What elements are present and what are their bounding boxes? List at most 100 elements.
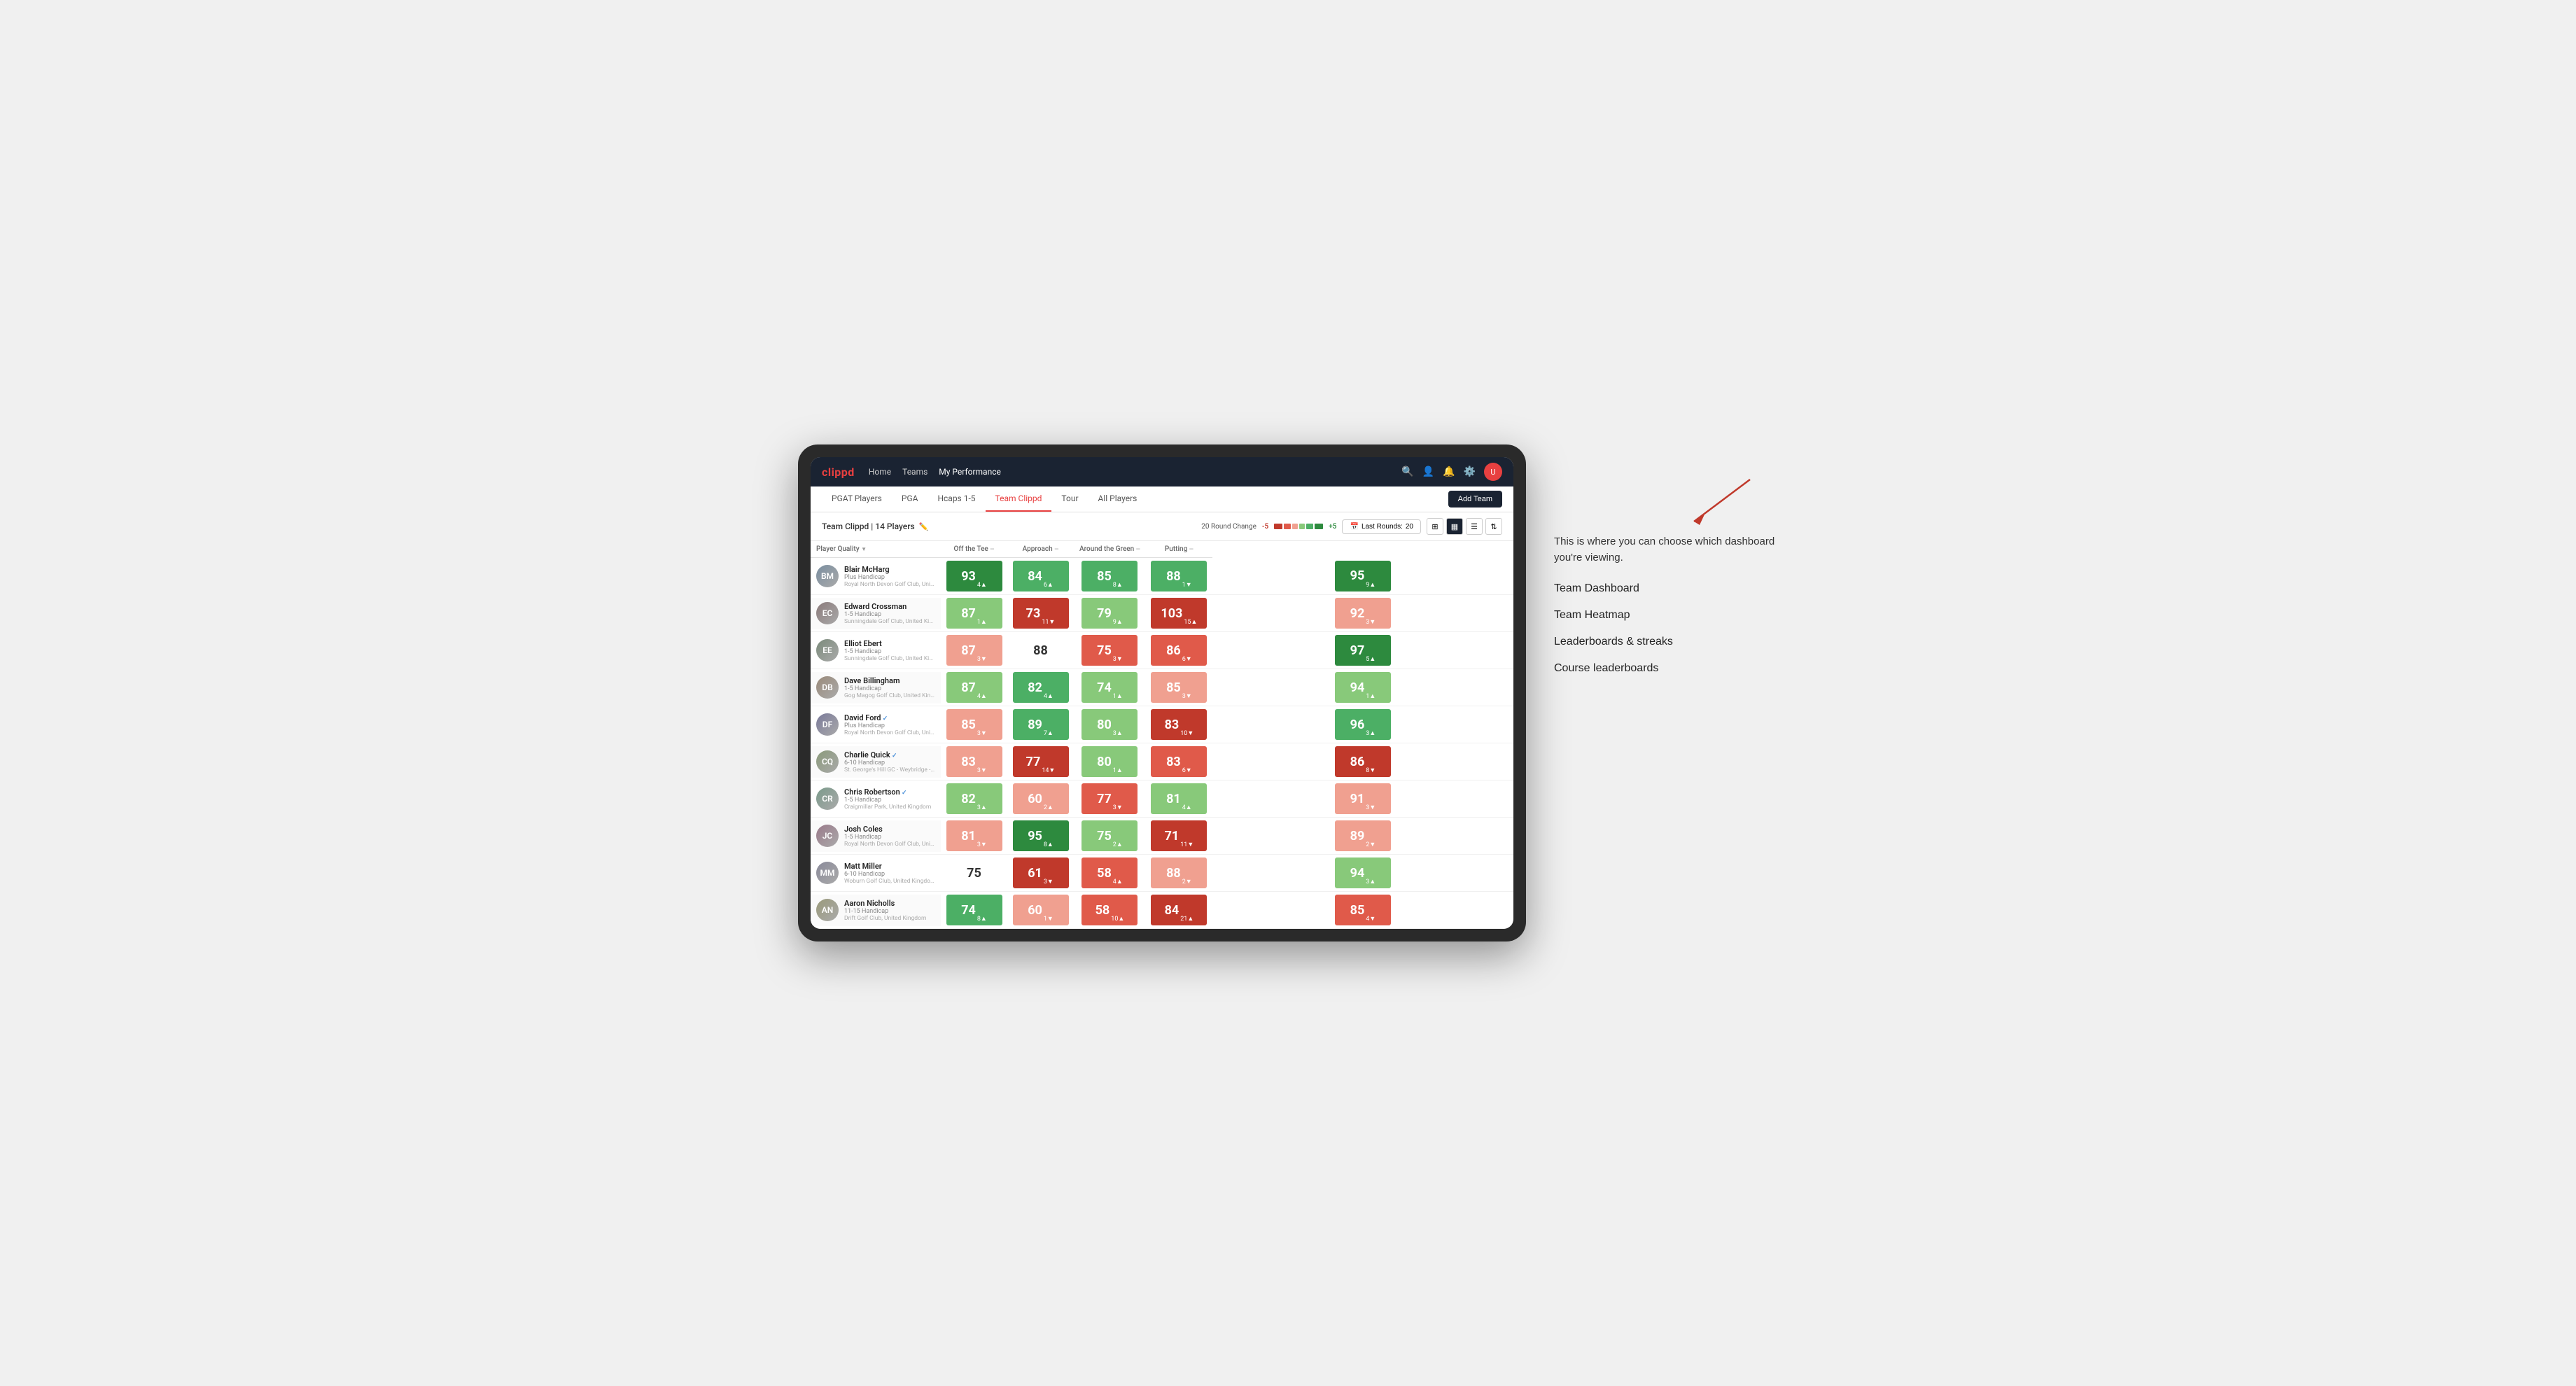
person-icon[interactable]: 👤 xyxy=(1422,466,1434,477)
score-box: 7311▼ xyxy=(1013,598,1069,629)
score-value: 85 xyxy=(961,718,976,732)
score-value: 58 xyxy=(1096,903,1110,918)
player-cell[interactable]: CQCharlie Quick ✓6-10 HandicapSt. George… xyxy=(811,746,941,778)
score-value: 74 xyxy=(1097,680,1112,695)
avatar-initials: DB xyxy=(816,676,839,699)
round-change-section: 20 Round Change -5 +5 📅 Last Rounds: xyxy=(1201,518,1502,535)
score-box: 10315▲ xyxy=(1151,598,1207,629)
player-cell[interactable]: ECEdward Crossman1-5 HandicapSunningdale… xyxy=(811,598,941,629)
score-cell: 803▲ xyxy=(1074,706,1146,743)
annotation-item-dashboard: Team Dashboard xyxy=(1554,582,1778,595)
player-name: Matt Miller xyxy=(844,862,935,871)
player-name: Blair McHarg xyxy=(844,565,935,574)
sort-arrow-green[interactable]: — xyxy=(1136,546,1140,552)
score-cell: 823▲ xyxy=(941,780,1007,818)
score-box: 943▲ xyxy=(1335,858,1391,888)
score-cell: 613▼ xyxy=(1007,855,1074,892)
nav-icons: 🔍 👤 🔔 ⚙️ U xyxy=(1401,463,1502,481)
score-value: 88 xyxy=(1033,643,1048,658)
score-cell: 741▲ xyxy=(1074,669,1146,706)
score-cell: 773▼ xyxy=(1074,780,1146,818)
nav-teams[interactable]: Teams xyxy=(902,464,927,479)
nav-my-performance[interactable]: My Performance xyxy=(939,464,1001,479)
score-delta: 4▲ xyxy=(1182,804,1192,811)
player-cell[interactable]: BMBlair McHargPlus HandicapRoyal North D… xyxy=(811,561,941,592)
score-value: 79 xyxy=(1097,606,1112,621)
score-value: 74 xyxy=(961,903,976,918)
tab-team-clippd[interactable]: Team Clippd xyxy=(986,486,1052,512)
player-cell[interactable]: MMMatt Miller6-10 HandicapWoburn Golf Cl… xyxy=(811,858,941,889)
sort-arrow-quality[interactable]: ▼ xyxy=(861,546,867,552)
score-value: 83 xyxy=(1165,718,1180,732)
view-sort-button[interactable]: ⇅ xyxy=(1485,518,1502,535)
tab-tour[interactable]: Tour xyxy=(1051,486,1088,512)
tab-pgat-players[interactable]: PGAT Players xyxy=(822,486,892,512)
sort-arrow-tee[interactable]: — xyxy=(990,546,994,552)
score-box: 846▲ xyxy=(1013,561,1069,592)
annotation-panel: This is where you can choose which dashb… xyxy=(1554,444,1778,675)
player-handicap: 6-10 Handicap xyxy=(844,871,935,878)
sort-arrow-putting[interactable]: — xyxy=(1189,546,1194,552)
score-cell: 814▲ xyxy=(1146,780,1212,818)
score-cell: 866▼ xyxy=(1146,632,1212,669)
player-cell[interactable]: ANAaron Nicholls11-15 HandicapDrift Golf… xyxy=(811,895,941,926)
view-heatmap-button[interactable]: ▦ xyxy=(1446,518,1463,535)
score-delta: 6▲ xyxy=(1044,581,1054,589)
score-box: 613▼ xyxy=(1013,858,1069,888)
edit-icon[interactable]: ✏️ xyxy=(919,522,929,531)
score-value: 83 xyxy=(1166,755,1181,769)
player-info: Dave Billingham1-5 HandicapGog Magog Gol… xyxy=(844,676,935,699)
add-team-button[interactable]: Add Team xyxy=(1448,491,1502,507)
view-grid-button[interactable]: ⊞ xyxy=(1427,518,1443,535)
score-value: 83 xyxy=(961,755,976,769)
team-name-label: Team Clippd | 14 Players xyxy=(822,522,915,531)
player-cell[interactable]: DBDave Billingham1-5 HandicapGog Magog G… xyxy=(811,672,941,704)
tab-pga[interactable]: PGA xyxy=(892,486,928,512)
score-box: 75 xyxy=(946,858,1002,888)
score-cell: 836▼ xyxy=(1146,743,1212,780)
score-value: 85 xyxy=(1166,680,1181,695)
last-rounds-button[interactable]: 📅 Last Rounds: 20 xyxy=(1342,519,1421,534)
score-box: 88 xyxy=(1013,635,1069,666)
player-name: Aaron Nicholls xyxy=(844,899,935,908)
player-cell[interactable]: JCJosh Coles1-5 HandicapRoyal North Devo… xyxy=(811,820,941,852)
score-cell: 853▼ xyxy=(1146,669,1212,706)
nav-home[interactable]: Home xyxy=(869,464,891,479)
table-row: DFDavid Ford ✓Plus HandicapRoyal North D… xyxy=(811,706,1513,743)
player-club: Drift Golf Club, United Kingdom xyxy=(844,915,935,922)
sort-arrow-approach[interactable]: — xyxy=(1054,546,1058,552)
score-value: 80 xyxy=(1097,718,1112,732)
view-list-button[interactable]: ☰ xyxy=(1466,518,1483,535)
player-info: David Ford ✓Plus HandicapRoyal North Dev… xyxy=(844,713,935,736)
score-delta: 3▼ xyxy=(977,766,987,774)
player-cell[interactable]: EEElliot Ebert1-5 HandicapSunningdale Go… xyxy=(811,635,941,666)
score-box: 803▲ xyxy=(1082,709,1138,740)
score-cell: 854▼ xyxy=(1212,892,1513,929)
annotation-intro-text: This is where you can choose which dashb… xyxy=(1554,534,1778,566)
player-cell[interactable]: DFDavid Ford ✓Plus HandicapRoyal North D… xyxy=(811,709,941,741)
player-club: Royal North Devon Golf Club, United King… xyxy=(844,581,935,588)
tab-hcaps[interactable]: Hcaps 1-5 xyxy=(927,486,985,512)
player-club: Woburn Golf Club, United Kingdom xyxy=(844,878,935,885)
score-value: 77 xyxy=(1026,755,1041,769)
player-name: Elliot Ebert xyxy=(844,639,935,648)
score-cell: 801▲ xyxy=(1074,743,1146,780)
score-value: 81 xyxy=(1166,792,1181,806)
score-cell: 959▲ xyxy=(1212,558,1513,595)
player-avatar: CR xyxy=(816,788,839,810)
table-row: DBDave Billingham1-5 HandicapGog Magog G… xyxy=(811,669,1513,706)
avatar[interactable]: U xyxy=(1484,463,1502,481)
score-box: 963▲ xyxy=(1335,709,1391,740)
bell-icon[interactable]: 🔔 xyxy=(1443,466,1455,477)
settings-icon[interactable]: ⚙️ xyxy=(1464,466,1476,477)
player-cell[interactable]: CRChris Robertson ✓1-5 HandicapCraigmill… xyxy=(811,783,941,815)
annotation-arrow xyxy=(1554,472,1778,528)
tab-all-players[interactable]: All Players xyxy=(1088,486,1147,512)
avatar-initials: EE xyxy=(816,639,839,662)
score-delta: 1▼ xyxy=(1182,581,1192,589)
search-icon[interactable]: 🔍 xyxy=(1401,466,1413,477)
score-box: 753▼ xyxy=(1082,635,1138,666)
annotation-item-course: Course leaderboards xyxy=(1554,662,1778,675)
table-row: ANAaron Nicholls11-15 HandicapDrift Golf… xyxy=(811,892,1513,929)
verified-icon: ✓ xyxy=(900,790,907,797)
